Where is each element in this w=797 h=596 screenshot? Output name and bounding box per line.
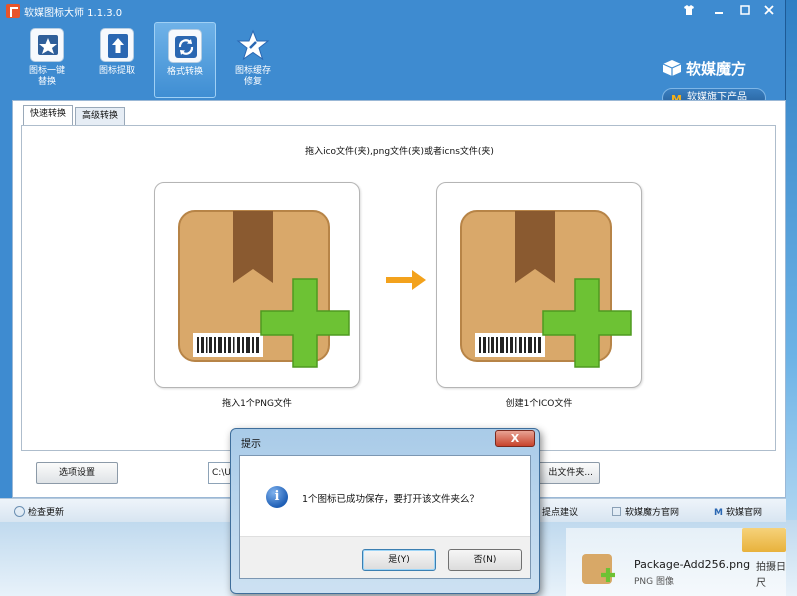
brand-logo: 软媒魔方 <box>662 58 746 79</box>
check-update-label: 检查更新 <box>28 508 65 518</box>
check-update-link[interactable]: 检查更新 <box>14 505 64 518</box>
extract-icon <box>100 28 134 62</box>
mofang-site-link[interactable]: 软媒魔方官网 <box>612 505 679 518</box>
explorer-details-pane: Package-Add256.png PNG 图像 拍摄日 尺 <box>566 528 786 596</box>
tab-advanced-convert[interactable]: 高级转换 <box>75 107 126 125</box>
file-date-label: 拍摄日 <box>756 562 786 573</box>
output-path-label: 输出路径： <box>148 471 194 481</box>
package-add-ico-icon <box>460 210 632 368</box>
folder-icon <box>742 528 786 552</box>
desktop-background <box>786 0 797 596</box>
toolbar-extract-button[interactable]: 图标提取 <box>86 22 148 98</box>
app-logo-icon <box>6 4 20 18</box>
arrow-right-icon <box>384 268 428 295</box>
toolbar-replace-label: 图标一键 替换 <box>28 66 65 87</box>
toolbar-convert-label: 格式转换 <box>166 67 203 77</box>
tab-quick-convert[interactable]: 快速转换 <box>23 105 74 125</box>
dialog-title: 提示 <box>241 439 261 450</box>
toolbar-convert-button[interactable]: 格式转换 <box>154 22 216 98</box>
toolbar-extract-label: 图标提取 <box>98 66 135 76</box>
window-title: 软媒图标大师 1.1.3.0 <box>24 8 123 19</box>
source-caption: 拖入1个PNG文件 <box>222 399 292 409</box>
skin-icon[interactable] <box>682 5 696 17</box>
brand-name: 软媒魔方 <box>686 60 747 78</box>
dialog-body: i 1个图标已成功保存，要打开该文件夹么？ 是(Y) 否(N) <box>239 455 531 579</box>
dialog-footer: 是(Y) 否(N) <box>240 536 530 578</box>
target-card[interactable] <box>436 182 642 388</box>
cache-repair-icon <box>236 28 270 62</box>
cube-logo-icon <box>662 59 682 77</box>
dialog-close-button[interactable]: X <box>495 430 535 447</box>
dialog-message: 1个图标已成功保存，要打开该文件夹么？ <box>302 494 480 505</box>
package-add-icon <box>178 210 350 368</box>
dialog-message-area: i 1个图标已成功保存，要打开该文件夹么？ <box>240 456 530 536</box>
official-site-label: 软媒官网 <box>725 508 762 518</box>
target-caption: 创建1个ICO文件 <box>505 399 573 409</box>
drop-zone[interactable]: 拖入ico文件(夹),png文件(夹)或者icns文件(夹) 拖入1个PNG文件 <box>21 125 776 451</box>
main-toolbar: 图标一键 替换 图标提取 格式转换 图标缓存 修复 软媒魔方 M <box>0 22 786 108</box>
convert-icon <box>168 29 202 63</box>
toolbar-cache-repair-button[interactable]: 图标缓存 修复 <box>222 22 284 98</box>
mofang-site-label: 软媒魔方官网 <box>625 508 680 518</box>
m-logo-icon: M <box>714 508 723 518</box>
options-button[interactable]: 选项设置 <box>36 462 118 484</box>
drop-hint: 拖入ico文件(夹),png文件(夹)或者icns文件(夹) <box>305 147 494 157</box>
update-icon <box>14 506 25 517</box>
file-name: Package-Add256.png <box>634 558 751 571</box>
yes-button[interactable]: 是(Y) <box>362 549 436 571</box>
official-site-link[interactable]: M 软媒官网 <box>714 505 762 518</box>
maximize-icon[interactable] <box>738 5 752 17</box>
page-icon <box>612 507 621 516</box>
file-size-label: 尺 <box>756 578 766 589</box>
confirm-dialog: 提示 X i 1个图标已成功保存，要打开该文件夹么？ 是(Y) 否(N) <box>230 428 540 594</box>
close-icon[interactable] <box>762 5 776 17</box>
toolbar-cache-repair-label: 图标缓存 修复 <box>234 66 271 87</box>
source-card[interactable] <box>154 182 360 388</box>
minimize-icon[interactable] <box>712 5 726 17</box>
toolbar-replace-button[interactable]: 图标一键 替换 <box>16 22 78 98</box>
info-icon: i <box>266 486 288 508</box>
title-bar[interactable]: 软媒图标大师 1.1.3.0 <box>0 0 786 22</box>
file-type: PNG 图像 <box>634 577 674 587</box>
feedback-link[interactable]: 提点建议 <box>542 505 578 518</box>
file-thumbnail-icon[interactable] <box>582 554 612 584</box>
no-button[interactable]: 否(N) <box>448 549 522 571</box>
replace-icon <box>30 28 64 62</box>
